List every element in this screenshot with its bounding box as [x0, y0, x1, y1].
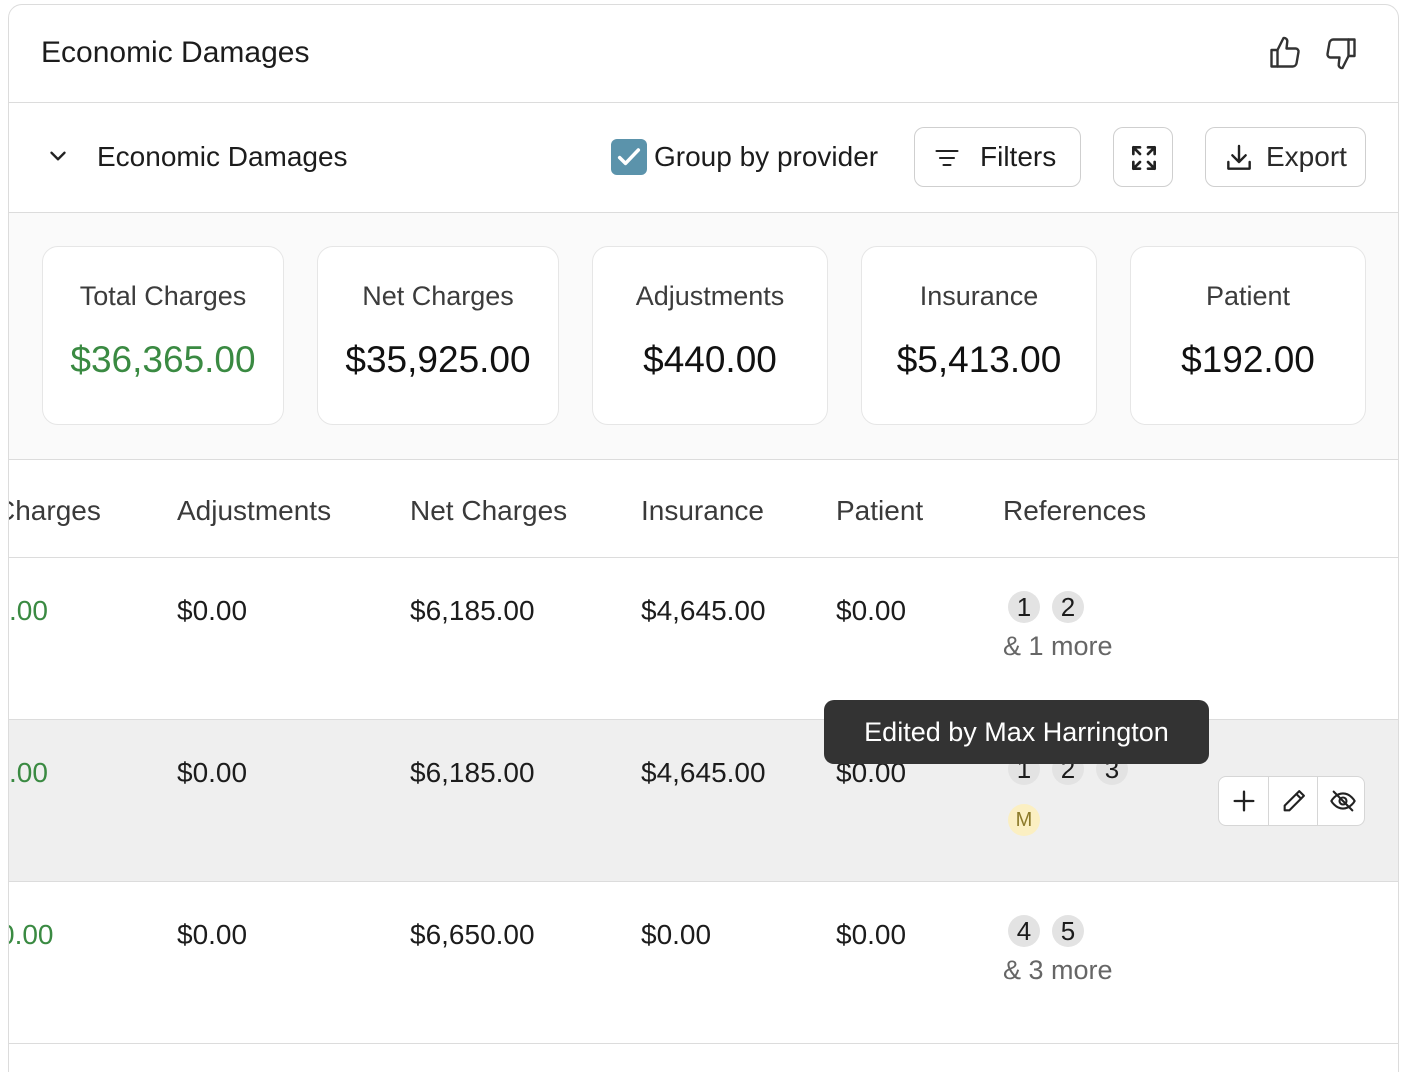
cell-charges: .00: [9, 757, 48, 788]
stat-value: $5,413.00: [896, 339, 1062, 380]
stat-value: $36,365.00: [70, 339, 256, 380]
cell-insurance: $4,645.00: [641, 595, 766, 626]
edited-by-tooltip: Edited by Max Harrington: [824, 700, 1209, 764]
thumbs-up-button[interactable]: [1267, 35, 1303, 71]
col-header-adjustments[interactable]: Adjustments: [177, 495, 331, 527]
col-header-patient[interactable]: Patient: [836, 495, 923, 527]
cell-net-charges: $6,185.00: [410, 595, 535, 626]
reference-chip[interactable]: 5: [1052, 915, 1084, 947]
thumbs-down-button[interactable]: [1323, 35, 1359, 71]
stat-label: Total Charges: [79, 281, 247, 311]
hide-button[interactable]: [1317, 777, 1364, 825]
filters-label: Filters: [980, 141, 1057, 172]
col-header-net-charges[interactable]: Net Charges: [410, 495, 567, 527]
group-by-provider-checkbox[interactable]: [611, 139, 647, 175]
stat-label: Adjustments: [635, 281, 785, 311]
cell-adjustments: $0.00: [177, 757, 248, 788]
cell-charges: .00: [9, 595, 48, 626]
chevron-down-icon: [50, 151, 66, 161]
cell-adjustments: $0.00: [177, 919, 248, 950]
cell-insurance: $4,645.00: [641, 757, 766, 788]
group-by-provider-label[interactable]: Group by provider: [654, 141, 878, 173]
summary-section: Total Charges $36,365.00 Net Charges $35…: [9, 213, 1398, 460]
cell-patient: $0.00: [836, 595, 907, 626]
plus-icon: [1233, 790, 1255, 812]
stat-label: Net Charges: [362, 281, 514, 311]
reference-chip[interactable]: 1: [1008, 591, 1040, 623]
stat-patient: Patient $192.00: [1130, 246, 1366, 425]
economic-damages-card: Economic Damages Economic Damages Group …: [8, 4, 1399, 1072]
export-label: Export: [1266, 141, 1347, 172]
cell-net-charges: $6,650.00: [410, 919, 535, 950]
table-header: Charges Adjustments Net Charges Insuranc…: [9, 460, 1398, 558]
eye-off-icon: [1330, 790, 1356, 812]
card-title: Economic Damages: [41, 36, 310, 69]
stat-insurance: Insurance $5,413.00: [861, 246, 1097, 425]
edit-button[interactable]: [1268, 777, 1317, 825]
download-icon: [1227, 144, 1251, 170]
export-button[interactable]: Export: [1205, 127, 1366, 187]
section-title: Economic Damages: [97, 141, 348, 172]
reference-chip[interactable]: 2: [1052, 591, 1084, 623]
add-button[interactable]: [1219, 777, 1268, 825]
thumbs-down-icon: [1326, 38, 1356, 70]
cell-insurance: $0.00: [641, 919, 712, 950]
cell-patient: $0.00: [836, 919, 907, 950]
stat-net-charges: Net Charges $35,925.00: [317, 246, 559, 425]
pencil-icon: [1283, 790, 1305, 812]
stat-value: $192.00: [1181, 339, 1315, 380]
stat-label: Insurance: [919, 281, 1039, 311]
editor-avatar-badge[interactable]: M: [1008, 804, 1040, 836]
stat-value: $440.00: [643, 339, 777, 380]
filter-icon: [935, 149, 959, 167]
reference-chip[interactable]: 4: [1008, 915, 1040, 947]
expand-icon: [1132, 146, 1156, 170]
table-row[interactable]: .00 $0.00 $6,185.00 $4,645.00 $0.00 1 2 …: [9, 558, 1398, 720]
expand-button[interactable]: [1113, 127, 1173, 187]
card-header: Economic Damages: [9, 5, 1398, 103]
cell-charges: 0.00: [9, 919, 54, 950]
table-row[interactable]: 0.00 $0.00 $6,650.00 $0.00 $0.00 4 5 & 3…: [9, 882, 1398, 1044]
more-references-link[interactable]: & 1 more: [1003, 631, 1113, 662]
filters-button[interactable]: Filters: [914, 127, 1081, 187]
stat-value: $35,925.00: [345, 339, 531, 380]
stat-total-charges: Total Charges $36,365.00: [42, 246, 284, 425]
checkmark-icon: [617, 148, 641, 166]
cell-adjustments: $0.00: [177, 595, 248, 626]
cell-net-charges: $6,185.00: [410, 757, 535, 788]
thumbs-up-icon: [1270, 36, 1300, 68]
more-references-link[interactable]: & 3 more: [1003, 955, 1113, 986]
section-toolbar: Economic Damages Group by provider Filte…: [9, 103, 1398, 213]
col-header-insurance[interactable]: Insurance: [641, 495, 764, 527]
col-header-references[interactable]: References: [1003, 495, 1146, 527]
row-actions: [1218, 776, 1365, 826]
stat-label: Patient: [1205, 281, 1291, 311]
collapse-toggle[interactable]: [45, 143, 71, 169]
stat-adjustments: Adjustments $440.00: [592, 246, 828, 425]
col-header-charges[interactable]: Charges: [9, 495, 101, 527]
